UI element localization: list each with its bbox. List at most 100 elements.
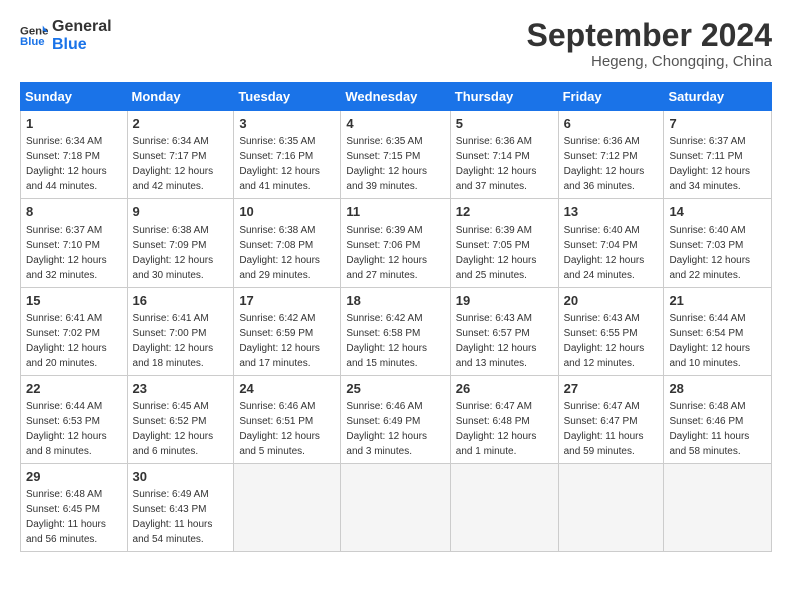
- week-row-5: 29 Sunrise: 6:48 AM Sunset: 6:45 PM Dayli…: [21, 463, 772, 551]
- day-number: 17: [239, 292, 335, 310]
- day-number: 4: [346, 115, 444, 133]
- day-cell: 3Sunrise: 6:35 AM Sunset: 7:16 PM Daylig…: [234, 111, 341, 199]
- day-number: 11: [346, 203, 444, 221]
- day-detail: Sunrise: 6:43 AM Sunset: 6:55 PM Dayligh…: [564, 313, 645, 369]
- day-detail: Sunrise: 6:41 AM Sunset: 7:02 PM Dayligh…: [26, 313, 107, 369]
- day-cell: 9 Sunrise: 6:38 AM Sunset: 7:09 PM Daylig…: [127, 199, 234, 287]
- day-cell: 12Sunrise: 6:39 AM Sunset: 7:05 PM Dayli…: [450, 199, 558, 287]
- day-detail: Sunrise: 6:44 AM Sunset: 6:54 PM Dayligh…: [669, 313, 750, 369]
- day-number: 21: [669, 292, 766, 310]
- weekday-header-thursday: Thursday: [450, 83, 558, 111]
- header-area: General Blue General Blue September 2024…: [20, 18, 772, 70]
- day-number: 16: [133, 292, 229, 310]
- day-number: 19: [456, 292, 553, 310]
- day-cell: 13 Sunrise: 6:40 AM Sunset: 7:04 PM Dayli…: [558, 199, 664, 287]
- day-number: 18: [346, 292, 444, 310]
- day-detail: Sunrise: 6:49 AM Sunset: 6:43 PM Dayligh…: [133, 489, 213, 545]
- day-detail: Sunrise: 6:41 AM Sunset: 7:00 PM Dayligh…: [133, 313, 214, 369]
- day-detail: Sunrise: 6:47 AM Sunset: 6:48 PM Dayligh…: [456, 401, 537, 457]
- day-cell: 22 Sunrise: 6:44 AM Sunset: 6:53 PM Dayli…: [21, 375, 128, 463]
- week-row-3: 15Sunrise: 6:41 AM Sunset: 7:02 PM Dayli…: [21, 287, 772, 375]
- day-detail: Sunrise: 6:34 AM Sunset: 7:18 PM Dayligh…: [26, 136, 107, 192]
- day-cell: [664, 463, 772, 551]
- day-number: 28: [669, 380, 766, 398]
- day-cell: 8 Sunrise: 6:37 AM Sunset: 7:10 PM Daylig…: [21, 199, 128, 287]
- day-number: 9: [133, 203, 229, 221]
- day-number: 23: [133, 380, 229, 398]
- day-number: 30: [133, 468, 229, 486]
- week-row-1: 1 Sunrise: 6:34 AM Sunset: 7:18 PM Daylig…: [21, 111, 772, 199]
- day-detail: Sunrise: 6:37 AM Sunset: 7:11 PM Dayligh…: [669, 136, 750, 192]
- day-number: 26: [456, 380, 553, 398]
- day-detail: Sunrise: 6:46 AM Sunset: 6:49 PM Dayligh…: [346, 401, 427, 457]
- day-detail: Sunrise: 6:39 AM Sunset: 7:06 PM Dayligh…: [346, 225, 427, 281]
- day-detail: Sunrise: 6:36 AM Sunset: 7:14 PM Dayligh…: [456, 136, 537, 192]
- day-detail: Sunrise: 6:42 AM Sunset: 6:59 PM Dayligh…: [239, 313, 320, 369]
- day-cell: [341, 463, 450, 551]
- day-detail: Sunrise: 6:37 AM Sunset: 7:10 PM Dayligh…: [26, 225, 107, 281]
- svg-text:Blue: Blue: [20, 35, 45, 47]
- day-detail: Sunrise: 6:39 AM Sunset: 7:05 PM Dayligh…: [456, 225, 537, 281]
- day-detail: Sunrise: 6:36 AM Sunset: 7:12 PM Dayligh…: [564, 136, 645, 192]
- day-number: 3: [239, 115, 335, 133]
- day-number: 22: [26, 380, 122, 398]
- day-number: 20: [564, 292, 659, 310]
- logo-text-general: General: [52, 18, 112, 36]
- weekday-header-monday: Monday: [127, 83, 234, 111]
- day-number: 2: [133, 115, 229, 133]
- day-detail: Sunrise: 6:40 AM Sunset: 7:04 PM Dayligh…: [564, 225, 645, 281]
- day-detail: Sunrise: 6:35 AM Sunset: 7:15 PM Dayligh…: [346, 136, 427, 192]
- day-cell: [234, 463, 341, 551]
- day-cell: 21 Sunrise: 6:44 AM Sunset: 6:54 PM Dayli…: [664, 287, 772, 375]
- day-number: 5: [456, 115, 553, 133]
- weekday-header-friday: Friday: [558, 83, 664, 111]
- day-number: 13: [564, 203, 659, 221]
- day-number: 29: [26, 468, 122, 486]
- day-detail: Sunrise: 6:38 AM Sunset: 7:09 PM Dayligh…: [133, 225, 214, 281]
- weekday-header-sunday: Sunday: [21, 83, 128, 111]
- day-cell: 11 Sunrise: 6:39 AM Sunset: 7:06 PM Dayli…: [341, 199, 450, 287]
- day-cell: 23 Sunrise: 6:45 AM Sunset: 6:52 PM Dayli…: [127, 375, 234, 463]
- weekday-header-wednesday: Wednesday: [341, 83, 450, 111]
- day-number: 14: [669, 203, 766, 221]
- day-number: 10: [239, 203, 335, 221]
- week-row-4: 22 Sunrise: 6:44 AM Sunset: 6:53 PM Dayli…: [21, 375, 772, 463]
- day-number: 8: [26, 203, 122, 221]
- day-cell: 30 Sunrise: 6:49 AM Sunset: 6:43 PM Dayli…: [127, 463, 234, 551]
- day-detail: Sunrise: 6:42 AM Sunset: 6:58 PM Dayligh…: [346, 313, 427, 369]
- day-cell: 26 Sunrise: 6:47 AM Sunset: 6:48 PM Dayli…: [450, 375, 558, 463]
- title-area: September 2024 Hegeng, Chongqing, China: [527, 18, 772, 70]
- month-title: September 2024: [527, 18, 772, 53]
- page: General Blue General Blue September 2024…: [0, 0, 792, 562]
- day-cell: 25 Sunrise: 6:46 AM Sunset: 6:49 PM Dayli…: [341, 375, 450, 463]
- day-detail: Sunrise: 6:38 AM Sunset: 7:08 PM Dayligh…: [239, 225, 320, 281]
- day-cell: 24Sunrise: 6:46 AM Sunset: 6:51 PM Dayli…: [234, 375, 341, 463]
- day-cell: 4 Sunrise: 6:35 AM Sunset: 7:15 PM Daylig…: [341, 111, 450, 199]
- day-detail: Sunrise: 6:48 AM Sunset: 6:45 PM Dayligh…: [26, 489, 106, 545]
- logo-icon: General Blue: [20, 22, 48, 50]
- day-number: 1: [26, 115, 122, 133]
- day-cell: 7 Sunrise: 6:37 AM Sunset: 7:11 PM Daylig…: [664, 111, 772, 199]
- week-row-2: 8 Sunrise: 6:37 AM Sunset: 7:10 PM Daylig…: [21, 199, 772, 287]
- day-detail: Sunrise: 6:40 AM Sunset: 7:03 PM Dayligh…: [669, 225, 750, 281]
- day-detail: Sunrise: 6:44 AM Sunset: 6:53 PM Dayligh…: [26, 401, 107, 457]
- day-cell: 27 Sunrise: 6:47 AM Sunset: 6:47 PM Dayli…: [558, 375, 664, 463]
- day-cell: 19Sunrise: 6:43 AM Sunset: 6:57 PM Dayli…: [450, 287, 558, 375]
- day-cell: 17 Sunrise: 6:42 AM Sunset: 6:59 PM Dayli…: [234, 287, 341, 375]
- day-detail: Sunrise: 6:48 AM Sunset: 6:46 PM Dayligh…: [669, 401, 749, 457]
- day-detail: Sunrise: 6:46 AM Sunset: 6:51 PM Dayligh…: [239, 401, 320, 457]
- weekday-header-tuesday: Tuesday: [234, 83, 341, 111]
- day-cell: 10 Sunrise: 6:38 AM Sunset: 7:08 PM Dayli…: [234, 199, 341, 287]
- day-number: 7: [669, 115, 766, 133]
- day-detail: Sunrise: 6:47 AM Sunset: 6:47 PM Dayligh…: [564, 401, 644, 457]
- day-cell: 16 Sunrise: 6:41 AM Sunset: 7:00 PM Dayli…: [127, 287, 234, 375]
- day-cell: 2Sunrise: 6:34 AM Sunset: 7:17 PM Daylig…: [127, 111, 234, 199]
- day-detail: Sunrise: 6:45 AM Sunset: 6:52 PM Dayligh…: [133, 401, 214, 457]
- day-cell: 28 Sunrise: 6:48 AM Sunset: 6:46 PM Dayli…: [664, 375, 772, 463]
- location: Hegeng, Chongqing, China: [527, 53, 772, 70]
- day-number: 27: [564, 380, 659, 398]
- day-number: 25: [346, 380, 444, 398]
- logo: General Blue General Blue: [20, 18, 112, 53]
- day-cell: 20 Sunrise: 6:43 AM Sunset: 6:55 PM Dayli…: [558, 287, 664, 375]
- day-cell: [450, 463, 558, 551]
